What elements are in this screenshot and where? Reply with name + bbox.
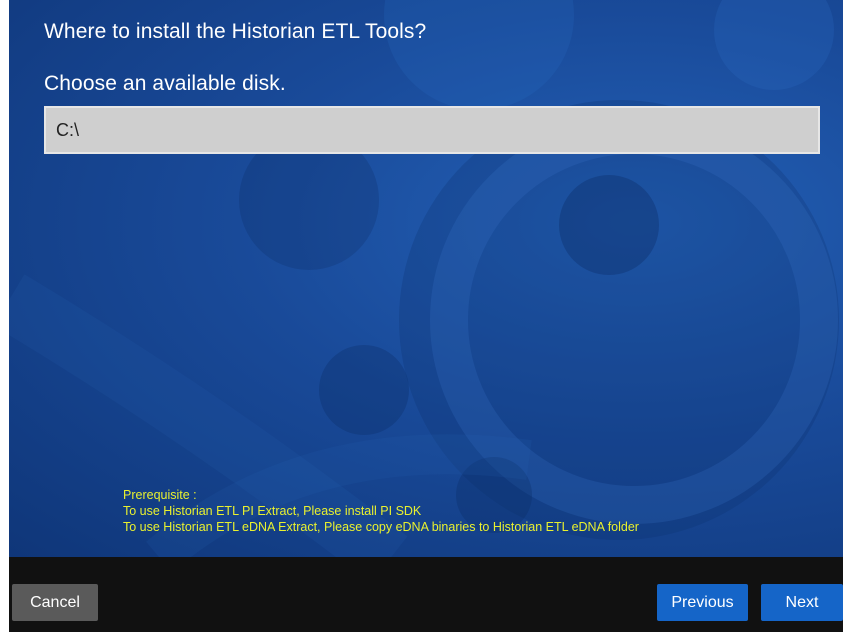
prerequisite-heading: Prerequisite : xyxy=(123,488,197,502)
prerequisite-line-edna: To use Historian ETL eDNA Extract, Pleas… xyxy=(123,520,639,534)
previous-button[interactable]: Previous xyxy=(657,584,748,621)
installer-window: Where to install the Historian ETL Tools… xyxy=(9,0,843,632)
footer-bar: Cancel Previous Next xyxy=(9,557,843,632)
prerequisite-line-pi: To use Historian ETL PI Extract, Please … xyxy=(123,504,422,518)
page-title: Where to install the Historian ETL Tools… xyxy=(44,20,427,43)
cancel-button[interactable]: Cancel xyxy=(12,584,98,621)
main-panel: Where to install the Historian ETL Tools… xyxy=(9,0,843,557)
page-subtitle: Choose an available disk. xyxy=(44,72,286,95)
next-button[interactable]: Next xyxy=(761,584,843,621)
prerequisite-note: Prerequisite : To use Historian ETL PI E… xyxy=(123,487,639,535)
disk-select[interactable]: C:\ xyxy=(44,106,820,154)
